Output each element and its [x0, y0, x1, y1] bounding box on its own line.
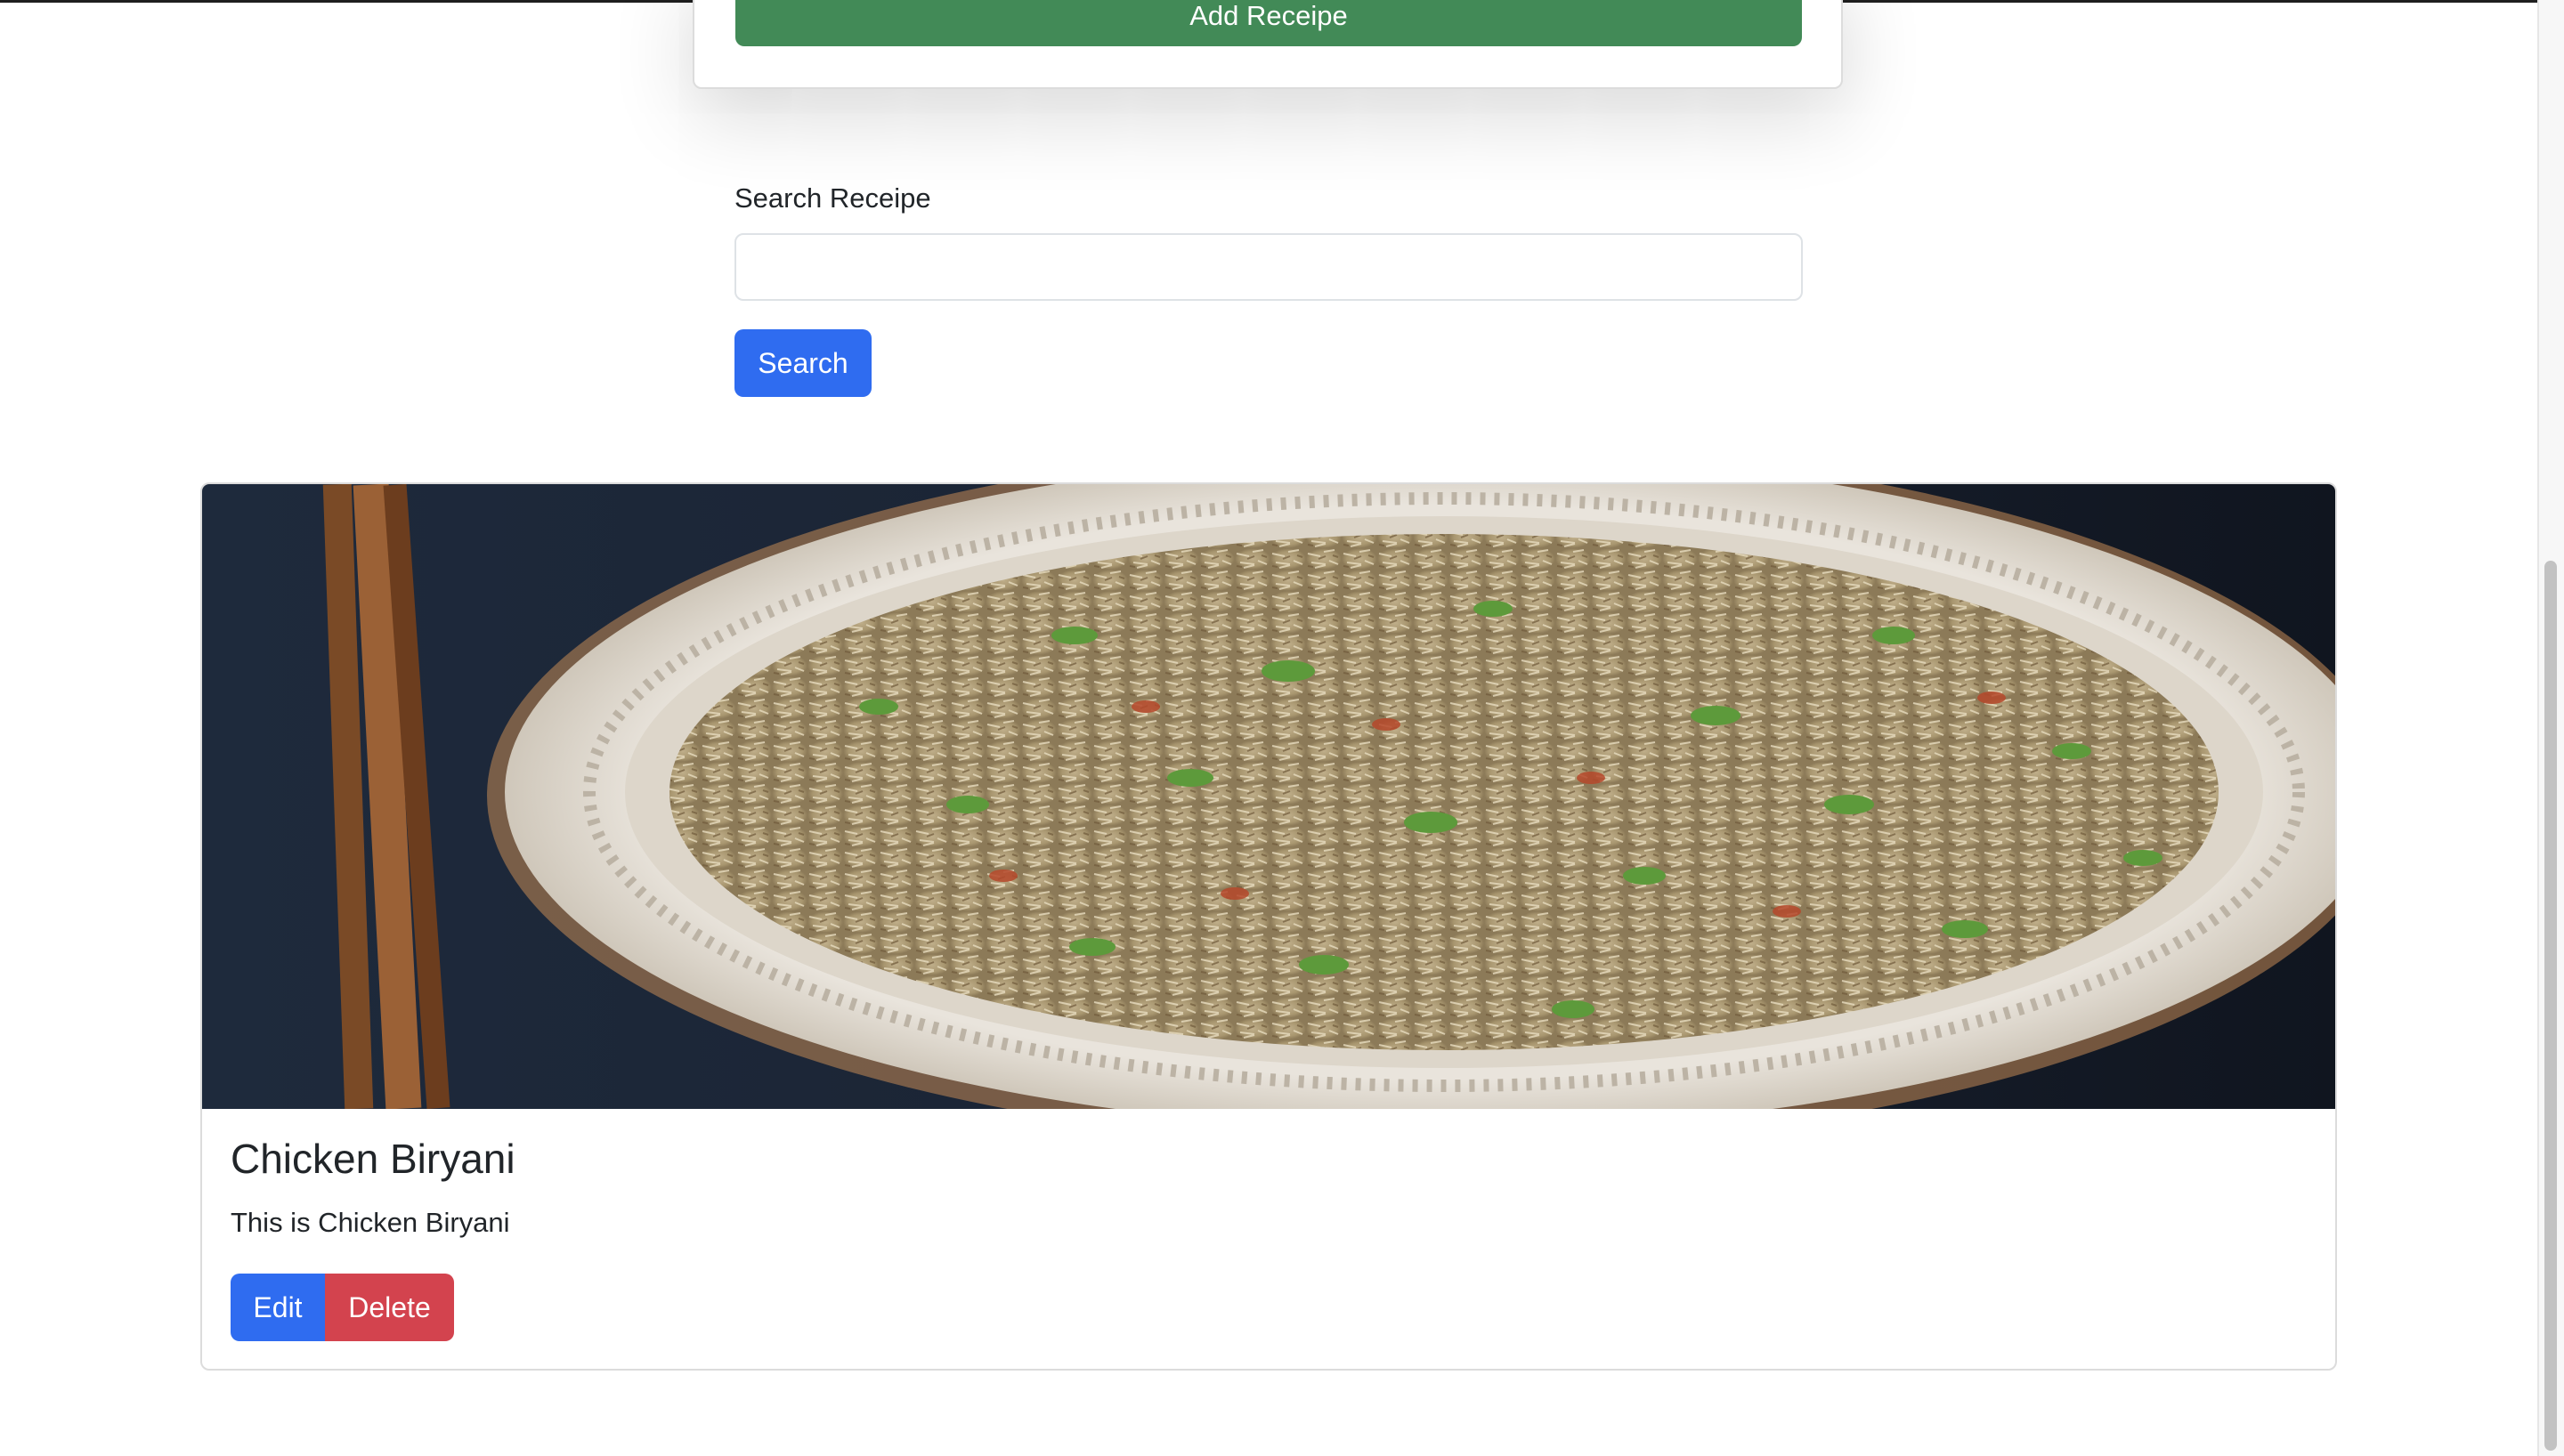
search-label: Search Receipe — [734, 182, 931, 214]
recipe-card: Chicken Biryani — [200, 482, 2337, 1371]
recipe-description: This is Chicken Biryani — [231, 1207, 510, 1238]
page: Add Receipe Search Receipe Search Chicke… — [0, 0, 2564, 1456]
search-button[interactable]: Search — [734, 329, 872, 397]
add-recipe-button[interactable]: Add Receipe — [735, 0, 1802, 46]
biryani-plate-photo — [202, 484, 2335, 1109]
recipe-actions: Edit Delete — [231, 1274, 454, 1341]
edit-button[interactable]: Edit — [231, 1274, 325, 1341]
scrollbar-thumb[interactable] — [2544, 561, 2557, 1451]
delete-button[interactable]: Delete — [325, 1274, 454, 1341]
search-input[interactable] — [734, 233, 1803, 301]
recipe-title: Chicken Biryani — [231, 1136, 515, 1182]
